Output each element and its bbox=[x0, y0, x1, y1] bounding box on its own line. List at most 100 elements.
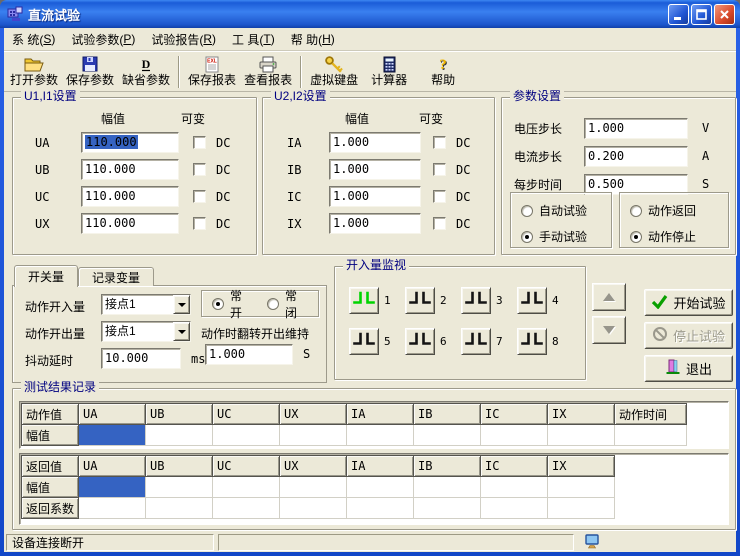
data-cell[interactable] bbox=[213, 477, 280, 498]
radio-selected[interactable] bbox=[521, 231, 533, 243]
calculator-button[interactable]: 计算器 bbox=[362, 54, 416, 90]
help-button[interactable]: ??帮助 bbox=[416, 54, 470, 90]
contact-button-6[interactable] bbox=[405, 328, 435, 355]
data-cell[interactable] bbox=[481, 498, 548, 519]
dc-checkbox[interactable] bbox=[193, 217, 206, 230]
contact-button-8[interactable] bbox=[517, 328, 547, 355]
data-cell[interactable] bbox=[481, 425, 548, 446]
chevron-down-icon[interactable] bbox=[173, 322, 190, 341]
up-arrow-button[interactable] bbox=[592, 283, 626, 311]
view-report-button[interactable]: 查看报表 bbox=[240, 54, 296, 90]
radio-option[interactable]: 手动试验 bbox=[521, 228, 601, 245]
data-cell[interactable] bbox=[414, 498, 481, 519]
data-cell[interactable] bbox=[548, 425, 615, 446]
radio-option[interactable]: 常闭 bbox=[267, 287, 308, 321]
radio-unselected[interactable] bbox=[630, 205, 642, 217]
amplitude-input[interactable]: 1.000 bbox=[329, 132, 421, 153]
start-test-button[interactable]: 开始试验 bbox=[644, 289, 733, 316]
menu-item-1[interactable]: 试验参数(P) bbox=[63, 28, 143, 50]
debounce-input[interactable]: 10.000 bbox=[101, 348, 181, 369]
radio-selected[interactable] bbox=[212, 298, 224, 310]
tab-switch[interactable]: 开关量 bbox=[14, 265, 78, 287]
save-report-button[interactable]: EXL保存报表 bbox=[184, 54, 240, 90]
dc-checkbox[interactable] bbox=[433, 163, 446, 176]
contact-button-1[interactable] bbox=[349, 287, 379, 314]
amplitude-input[interactable]: 1.000 bbox=[329, 186, 421, 207]
radio-unselected[interactable] bbox=[267, 298, 279, 310]
tab-label: 记录变量 bbox=[92, 269, 140, 286]
data-cell[interactable] bbox=[280, 477, 347, 498]
open-params-button[interactable]: 打开参数 bbox=[6, 54, 62, 90]
dc-checkbox[interactable] bbox=[433, 190, 446, 203]
amplitude-input[interactable]: 110.000 bbox=[81, 186, 179, 207]
menu-item-3[interactable]: 工 具(T) bbox=[224, 28, 283, 50]
column-header: IX bbox=[548, 456, 615, 477]
action-output-dropdown[interactable]: 接点1 bbox=[101, 321, 191, 342]
variable-header: 可变 bbox=[419, 110, 443, 127]
data-cell[interactable] bbox=[548, 498, 615, 519]
selected-cell[interactable] bbox=[79, 477, 146, 498]
data-cell[interactable] bbox=[347, 498, 414, 519]
data-cell[interactable] bbox=[481, 477, 548, 498]
dc-checkbox[interactable] bbox=[193, 190, 206, 203]
action-input-dropdown[interactable]: 接点1 bbox=[101, 294, 191, 315]
contact-button-4[interactable] bbox=[517, 287, 547, 314]
close-icon[interactable] bbox=[714, 4, 735, 25]
data-cell[interactable] bbox=[213, 498, 280, 519]
stop-test-button[interactable]: 停止试验 bbox=[644, 322, 733, 349]
default-params-button[interactable]: D缺省参数 bbox=[118, 54, 174, 90]
radio-option[interactable]: 动作返回 bbox=[630, 202, 718, 219]
contact-button-5[interactable] bbox=[349, 328, 379, 355]
amplitude-input[interactable]: 110.000 bbox=[81, 213, 179, 234]
radio-option[interactable]: 自动试验 bbox=[521, 202, 601, 219]
contact-button-7[interactable] bbox=[461, 328, 491, 355]
amplitude-input[interactable]: 1.000 bbox=[329, 159, 421, 180]
chevron-down-icon[interactable] bbox=[173, 295, 190, 314]
dc-checkbox[interactable] bbox=[193, 163, 206, 176]
param-input[interactable]: 1.000 bbox=[584, 118, 688, 139]
flip-hold-input[interactable]: 1.000 bbox=[205, 344, 293, 365]
data-cell[interactable] bbox=[146, 425, 213, 446]
data-cell[interactable] bbox=[347, 477, 414, 498]
selected-text: 110.000 bbox=[85, 135, 138, 149]
menu-item-2[interactable]: 试验报告(R) bbox=[143, 28, 224, 50]
data-cell[interactable] bbox=[414, 425, 481, 446]
radio-option[interactable]: 常开 bbox=[212, 287, 253, 321]
amplitude-input[interactable]: 1.000 bbox=[329, 213, 421, 234]
data-cell[interactable] bbox=[79, 498, 146, 519]
menu-item-4[interactable]: 帮 助(H) bbox=[283, 28, 343, 50]
contact-button-3[interactable] bbox=[461, 287, 491, 314]
data-cell[interactable] bbox=[280, 425, 347, 446]
data-cell[interactable] bbox=[146, 498, 213, 519]
dc-checkbox[interactable] bbox=[193, 136, 206, 149]
data-cell[interactable] bbox=[615, 425, 687, 446]
data-cell[interactable] bbox=[414, 477, 481, 498]
maximize-icon[interactable] bbox=[691, 4, 712, 25]
save-params-button[interactable]: 保存参数 bbox=[62, 54, 118, 90]
menu-item-post: ) bbox=[131, 32, 135, 46]
menu-item-0[interactable]: 系 统(S) bbox=[4, 28, 63, 50]
amplitude-input[interactable]: 110.000 bbox=[81, 159, 179, 180]
calculator-label: 计算器 bbox=[371, 73, 407, 87]
down-arrow-button[interactable] bbox=[592, 316, 626, 344]
minimize-icon[interactable] bbox=[668, 4, 689, 25]
data-cell[interactable] bbox=[347, 425, 414, 446]
dc-checkbox[interactable] bbox=[433, 136, 446, 149]
radio-option[interactable]: 动作停止 bbox=[630, 228, 718, 245]
title-bar[interactable]: 直流试验 bbox=[0, 0, 740, 28]
radio-unselected[interactable] bbox=[521, 205, 533, 217]
dc-checkbox[interactable] bbox=[433, 217, 446, 230]
amplitude-input[interactable]: 110.000 bbox=[81, 132, 179, 153]
exit-button[interactable]: 退出 bbox=[644, 355, 733, 382]
data-cell[interactable] bbox=[146, 477, 213, 498]
virtual-keyboard-button[interactable]: 虚拟键盘 bbox=[306, 54, 362, 90]
param-input[interactable]: 0.200 bbox=[584, 146, 688, 167]
tab-record[interactable]: 记录变量 bbox=[78, 267, 154, 286]
radio-selected[interactable] bbox=[630, 231, 642, 243]
data-cell[interactable] bbox=[280, 498, 347, 519]
letter-d-icon: D bbox=[136, 55, 156, 73]
selected-cell[interactable] bbox=[79, 425, 146, 446]
data-cell[interactable] bbox=[213, 425, 280, 446]
contact-button-2[interactable] bbox=[405, 287, 435, 314]
data-cell[interactable] bbox=[548, 477, 615, 498]
